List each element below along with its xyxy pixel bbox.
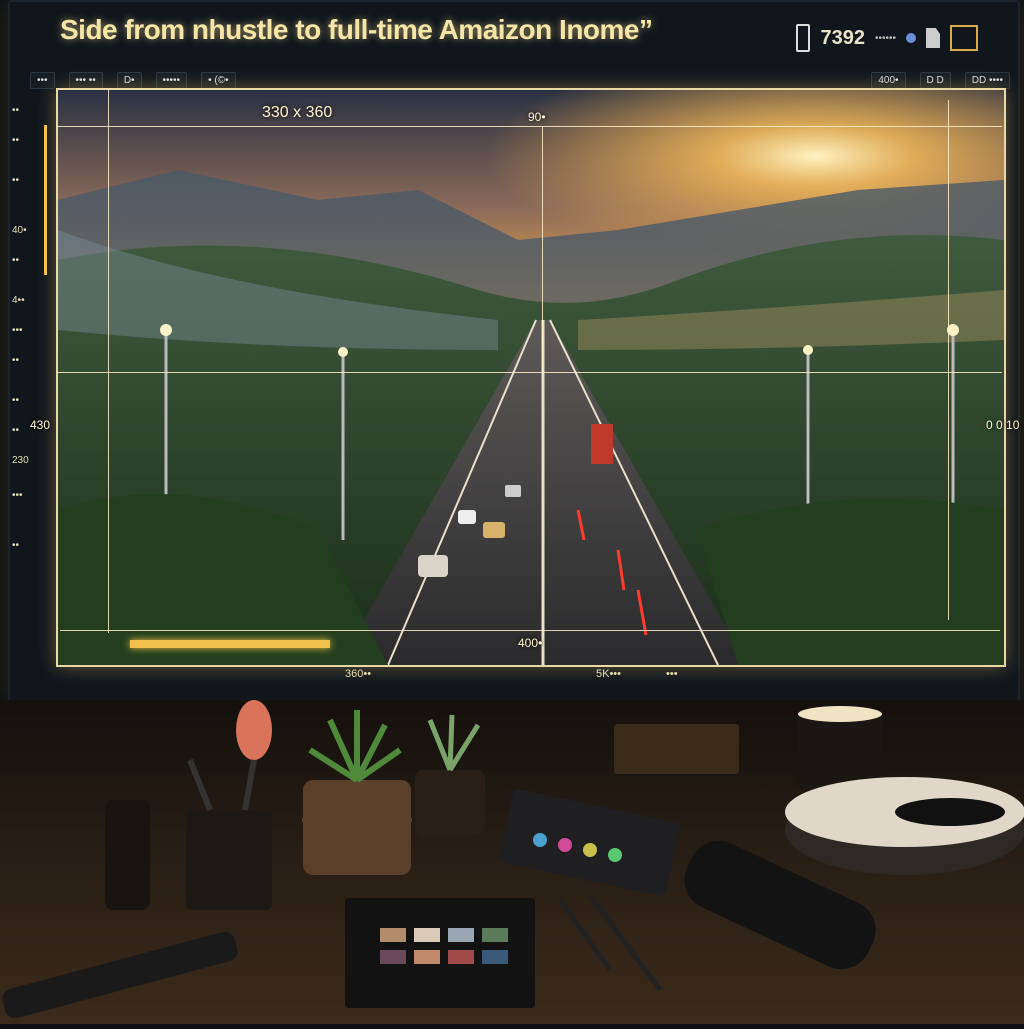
plant-pot [415,770,485,835]
guide-line[interactable] [542,126,543,371]
toolbar-item-4[interactable]: ••••• [155,71,188,89]
left-dimension-mark: 430 [30,418,51,432]
ruler-mark: •• [12,395,20,406]
pad-button [558,838,572,852]
toolbar-right-label: 400• [871,71,906,89]
car [483,522,505,538]
guide-line[interactable] [60,630,1000,631]
lamp-light [803,345,813,355]
title-bar: Side from nhustle to full-time Amaizon I… [10,2,1018,58]
guide-line[interactable] [56,126,1002,127]
palette-swatch [414,928,440,942]
car [418,555,448,577]
landscape-image [58,90,1004,665]
car [458,510,476,524]
toolbar-item-3[interactable]: D• [116,71,142,89]
palette-swatch [482,928,508,942]
toolbar-item-6[interactable]: D D [919,71,951,89]
selection-bar[interactable] [130,640,330,648]
image-icon[interactable] [950,25,978,51]
ruler-mark: •• [12,255,20,266]
mug-rim [798,706,882,722]
ruler-mark: •• [12,135,20,146]
canvas-size-label: 330 x 360 [262,104,333,121]
bottle [105,800,150,910]
palette-swatch [482,950,508,964]
brush-holder [186,810,272,910]
tape-roll-hole [895,798,1005,826]
ruler-mark: 230 [12,455,29,466]
ruler-mark: •• [12,540,20,551]
palette-swatch [414,950,440,964]
ruler-highlight [44,125,47,275]
box [614,724,739,774]
desk-scene [0,700,1024,1024]
ruler-mark: •• [12,425,20,436]
car [505,485,521,497]
plant-pot [303,780,411,875]
ruler-mark: •• [12,105,20,116]
toolbar-item-5[interactable]: • (©• [201,71,236,89]
lamp-light [160,324,172,336]
pen [2,931,238,1019]
makeup-brush [242,759,257,811]
plant-leaves [427,714,481,772]
settings-dot-icon[interactable] [906,33,916,43]
desk-objects [2,700,1024,1019]
side-ruler: •• •• •• 40• •• 4•• ••• •• •• •• 230 •••… [8,95,48,655]
document-icon[interactable] [926,28,940,48]
pad-button [608,848,622,862]
ruler-mark: ••• [12,490,23,501]
right-dimension-mark: 0 0 10 [986,418,1020,432]
top-dimension-mark: 90• [528,110,546,124]
brush-head [236,700,272,760]
bottom-left-label: 360•• [345,668,372,680]
ruler-mark: •• [12,175,20,186]
bottom-dimension-mark: 400• [518,636,543,650]
bottom-mid-label: 5K••• [596,668,622,680]
guide-line[interactable] [56,372,1002,373]
toolbar-item-1[interactable]: ••• [30,71,55,89]
palette-swatch [380,928,406,942]
status-number: 7392 [820,26,865,49]
pad-button [583,843,597,857]
ruler-mark: 40• [12,225,27,236]
pencil [587,893,663,992]
phone-icon[interactable] [796,24,811,52]
image-canvas[interactable] [56,88,1006,667]
lamp-light [338,347,348,357]
status-area: 7392 •••••• [796,24,978,52]
ruler-mark: •• [12,355,20,366]
ruler-mark: 4•• [12,295,25,306]
guide-line[interactable] [948,100,949,620]
pad-button [533,833,547,847]
makeup-brush [187,758,213,812]
palette-swatch [380,950,406,964]
plant-leaves [308,710,402,783]
status-small-text: •••••• [874,32,896,44]
toolbar-item-7[interactable]: DD •••• [964,71,1010,89]
window-title: Side from nhustle to full-time Amaizon I… [60,14,653,45]
foreground-trees-right [698,498,1004,665]
bottom-right-label: ••• [666,668,678,680]
palette-swatch [448,950,474,964]
toolbar-item-2[interactable]: ••• •• [68,71,103,89]
ruler-mark: ••• [12,325,23,336]
palette-swatch [448,928,474,942]
control-pad [499,789,680,896]
truck [591,424,613,464]
guide-line[interactable] [108,88,109,633]
